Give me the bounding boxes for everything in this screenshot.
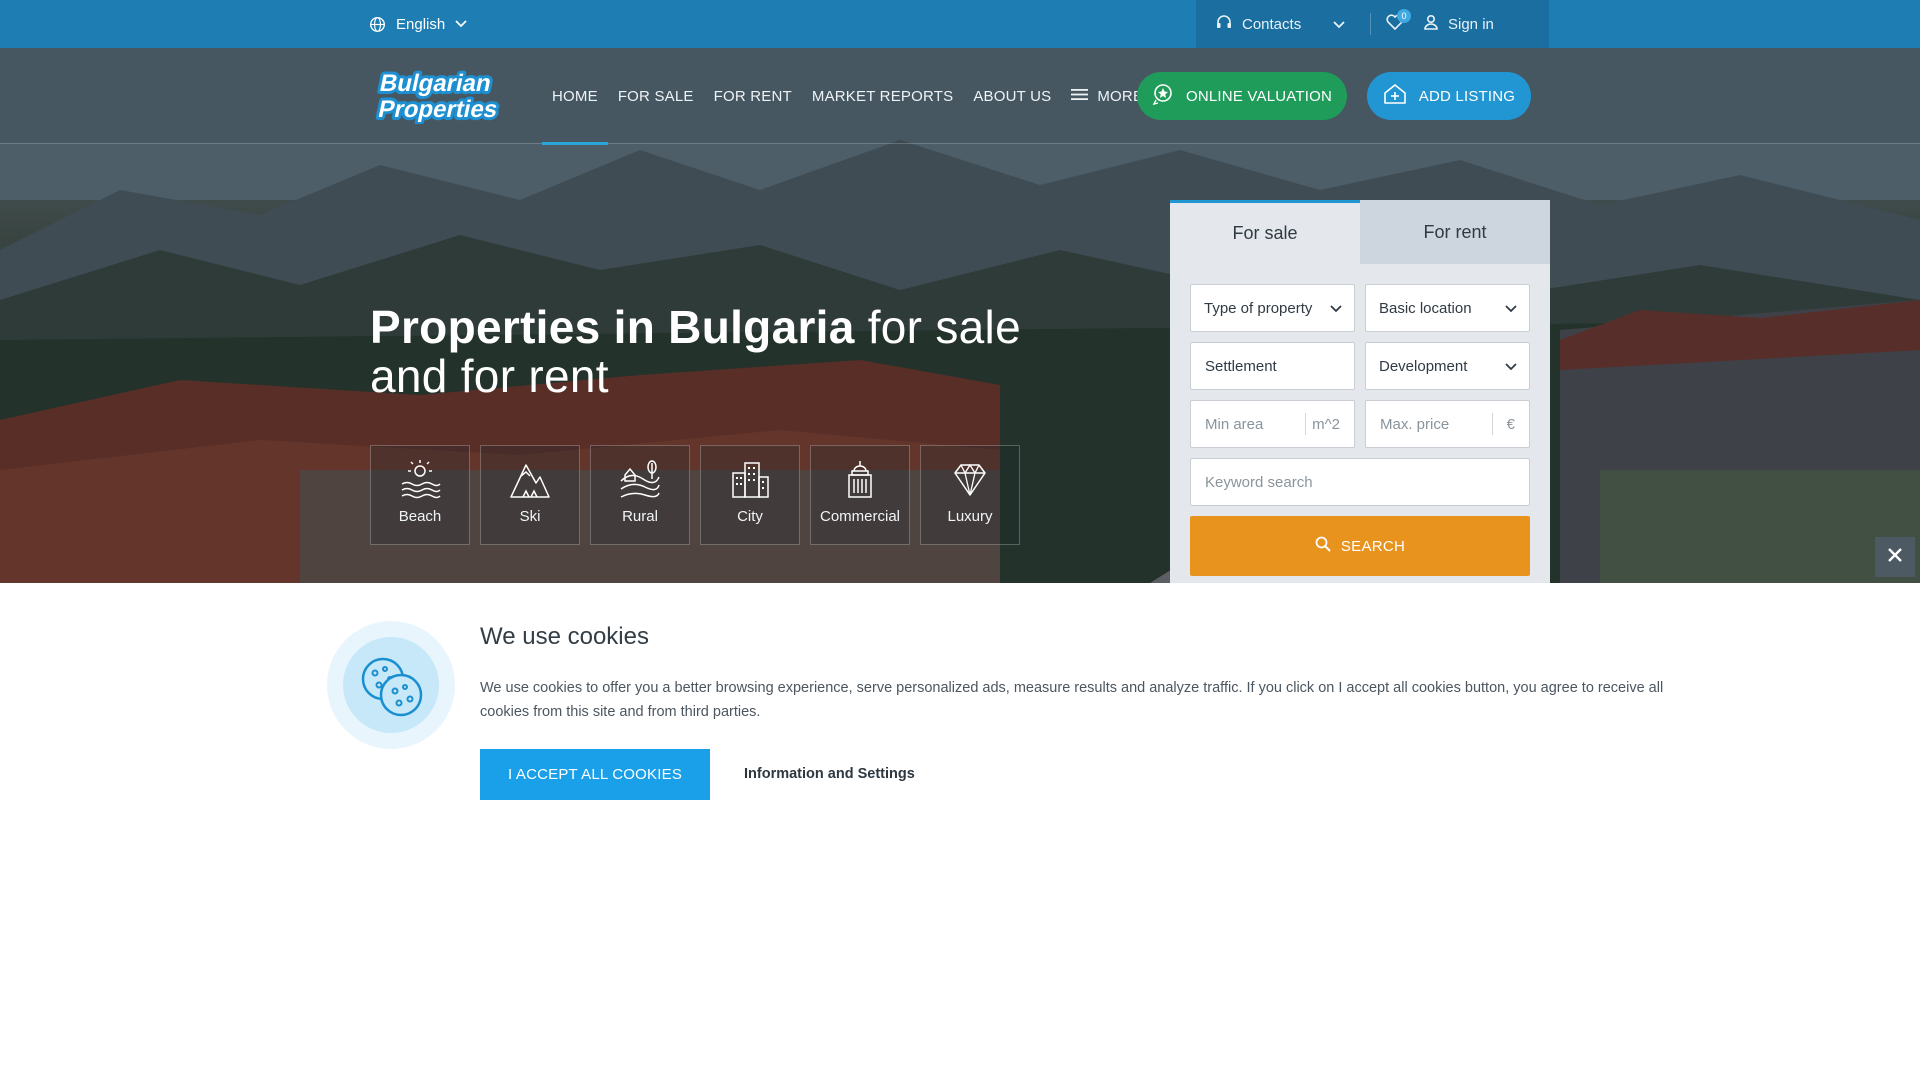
category-beach[interactable]: Beach [370, 445, 470, 545]
divider [1370, 13, 1371, 35]
commercial-icon [839, 458, 881, 500]
language-selector[interactable]: English [369, 13, 467, 35]
search-tabs: For sale For rent [1170, 200, 1550, 264]
nav-item-about-us[interactable]: ABOUT US [963, 48, 1061, 144]
rural-icon [619, 458, 661, 500]
headline-light-1: for sale [854, 301, 1021, 353]
online-valuation-button[interactable]: ONLINE VALUATION [1137, 72, 1347, 120]
valuation-label: ONLINE VALUATION [1185, 87, 1332, 105]
beach-icon [399, 458, 441, 500]
settlement-value: Settlement [1205, 357, 1277, 375]
keyword-search-input[interactable] [1205, 473, 1515, 491]
category-label: City [737, 508, 763, 525]
favorites-button[interactable]: 0 [1379, 9, 1411, 39]
nav-menu: HOME FOR SALE FOR RENT MARKET REPORTS AB… [542, 48, 1153, 145]
nav-item-market-reports[interactable]: MARKET REPORTS [802, 48, 963, 144]
currency-unit: € [1491, 413, 1515, 435]
nav-item-home[interactable]: HOME [542, 48, 608, 145]
category-city[interactable]: City [700, 445, 800, 545]
category-label: Commercial [819, 508, 900, 525]
svg-text:Properties: Properties [376, 96, 500, 123]
diamond-icon [949, 458, 991, 500]
basic-location-value: Basic location [1379, 299, 1472, 317]
category-label: Luxury [947, 508, 993, 525]
cookie-text: We use cookies to offer you a better bro… [480, 680, 1664, 720]
city-icon [729, 458, 771, 500]
cookie-icon [327, 621, 455, 749]
property-search-panel: For sale For rent Type of property Basic… [1170, 200, 1550, 583]
contacts-label: Contacts [1242, 15, 1302, 33]
category-luxury[interactable]: Luxury [920, 445, 1020, 545]
sign-in-label: Sign in [1448, 15, 1494, 33]
globe-icon [369, 16, 386, 33]
property-type-value: Type of property [1204, 299, 1313, 317]
max-price-field[interactable]: € [1365, 400, 1530, 448]
category-rural[interactable]: Rural [590, 445, 690, 545]
language-label: English [396, 15, 446, 33]
min-area-field[interactable]: m^2 [1190, 400, 1355, 448]
favorites-count-badge: 0 [1397, 9, 1411, 23]
cookie-settings-link[interactable]: Information and Settings [744, 766, 915, 782]
cookie-title: We use cookies [480, 623, 649, 650]
development-value: Development [1379, 357, 1468, 375]
tab-for-sale[interactable]: For sale [1170, 200, 1360, 264]
development-select[interactable]: Development [1365, 342, 1530, 390]
category-label: Beach [398, 508, 442, 525]
contacts-dropdown[interactable]: Contacts [1196, 14, 1370, 34]
mountain-icon [509, 458, 551, 500]
hero-headline: Properties in Bulgaria for sale and for … [370, 303, 1050, 401]
category-label: Ski [519, 508, 541, 525]
hamburger-menu-icon [1071, 88, 1089, 105]
headline-light-2: and for rent [370, 350, 609, 402]
add-listing-label: ADD LISTING [1418, 87, 1516, 105]
keyword-search-field[interactable] [1190, 458, 1530, 506]
accept-all-cookies-button[interactable]: I ACCEPT ALL COOKIES [480, 749, 710, 800]
close-icon [1887, 547, 1903, 568]
category-commercial[interactable]: Commercial [810, 445, 910, 545]
min-area-input[interactable] [1205, 415, 1306, 433]
logo-image: Bulgarian Properties [373, 67, 503, 126]
user-icon [1423, 14, 1439, 34]
area-unit: m^2 [1305, 413, 1340, 435]
nav-item-for-sale[interactable]: FOR SALE [608, 48, 704, 144]
search-label: SEARCH [1340, 537, 1406, 555]
settlement-field[interactable]: Settlement [1190, 342, 1355, 390]
basic-location-select[interactable]: Basic location [1365, 284, 1530, 332]
tab-for-rent[interactable]: For rent [1360, 200, 1550, 264]
sign-in-link[interactable]: Sign in [1423, 14, 1494, 34]
site-logo[interactable]: Bulgarian Properties [368, 66, 538, 126]
cookie-banner: We use cookies We use cookies to offer y… [0, 583, 1920, 1080]
nav-item-for-rent[interactable]: FOR RENT [704, 48, 802, 144]
search-form: Type of property Basic location Settleme… [1170, 264, 1550, 576]
category-label: Rural [622, 508, 658, 525]
chevron-down-icon [1330, 300, 1342, 317]
add-listing-button[interactable]: ADD LISTING [1367, 72, 1531, 120]
search-button[interactable]: SEARCH [1190, 516, 1530, 576]
top-bar: English Contacts 0 Sign in [0, 0, 1920, 48]
headset-icon [1216, 14, 1232, 34]
house-plus-icon [1383, 83, 1407, 109]
headline-bold: Properties in Bulgaria [370, 301, 855, 353]
main-navigation: Bulgarian Properties HOME FOR SALE FOR R… [0, 48, 1920, 145]
chevron-down-icon [1505, 300, 1517, 317]
svg-text:Bulgarian: Bulgarian [377, 70, 493, 97]
user-area: Contacts 0 Sign in [1196, 0, 1549, 48]
category-ski[interactable]: Ski [480, 445, 580, 545]
chevron-down-icon [455, 20, 467, 28]
max-price-input[interactable] [1380, 415, 1492, 433]
chevron-down-icon [1505, 358, 1517, 375]
category-tiles: Beach Ski Rural City Commercial Luxury [370, 445, 1020, 545]
chevron-down-icon [1333, 16, 1345, 33]
close-cookie-banner-button[interactable] [1875, 537, 1915, 577]
property-type-select[interactable]: Type of property [1190, 284, 1355, 332]
search-icon [1315, 536, 1331, 556]
valuation-badge-icon [1152, 83, 1174, 109]
